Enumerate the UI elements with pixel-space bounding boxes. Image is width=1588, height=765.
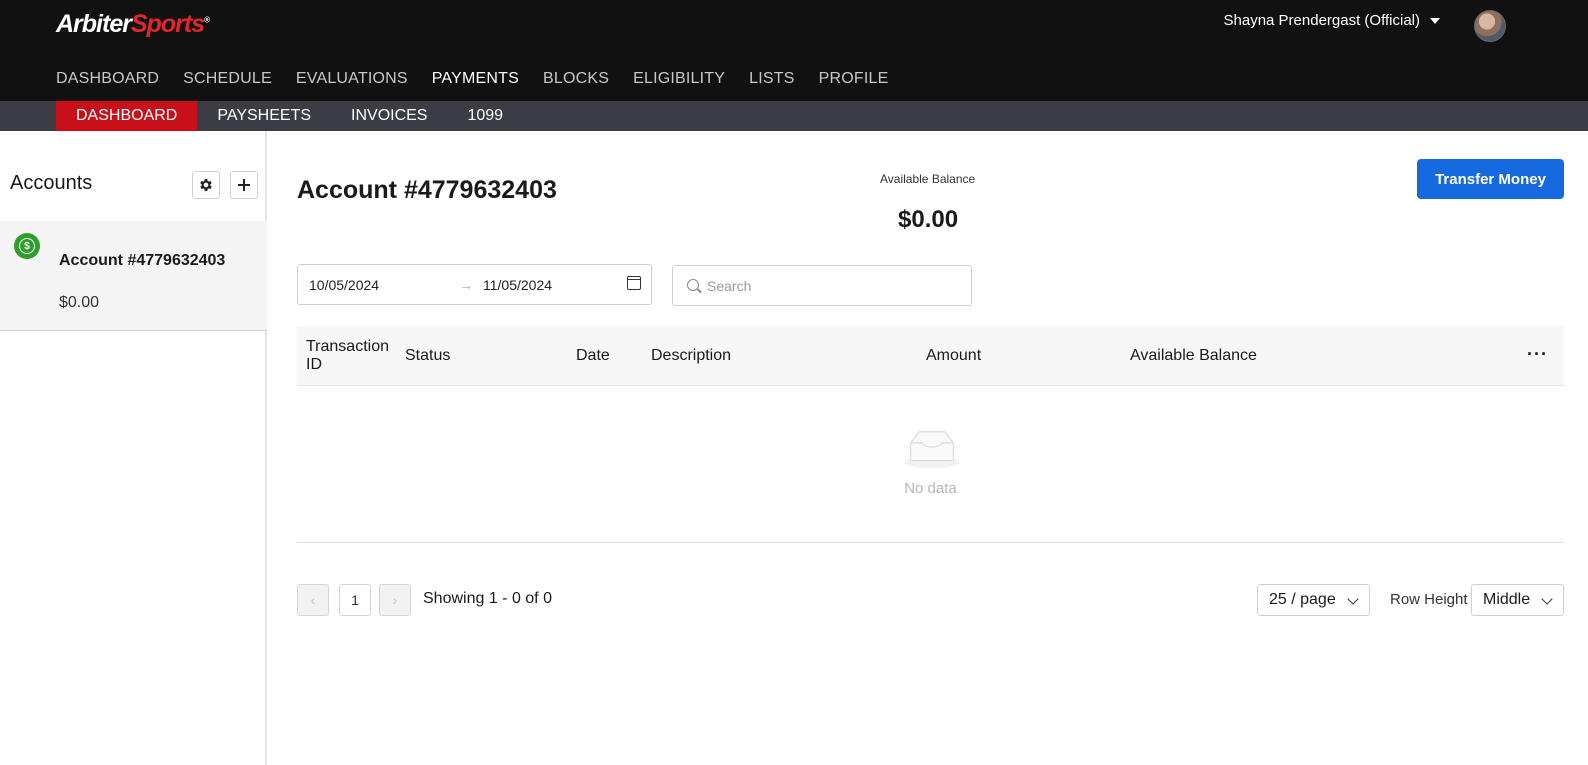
transfer-money-button[interactable]: Transfer Money <box>1417 159 1564 199</box>
search-icon <box>687 279 699 291</box>
account-card-balance: $0.00 <box>59 294 100 311</box>
dollar-circle-icon: $ <box>14 233 40 259</box>
sub-nav-bar: DASHBOARD PAYSHEETS INVOICES 1099 <box>0 101 1588 131</box>
account-settings-button[interactable] <box>192 171 220 199</box>
subnav-dashboard[interactable]: DASHBOARD <box>56 101 198 131</box>
page-size-value: 25 / page <box>1269 591 1336 608</box>
available-balance-label: Available Balance <box>880 172 976 186</box>
arrow-right-icon: → <box>459 276 473 293</box>
add-account-button[interactable] <box>230 171 258 199</box>
main-nav: DASHBOARD SCHEDULE EVALUATIONS PAYMENTS … <box>56 70 888 88</box>
date-range-picker[interactable]: 10/05/2024 → 11/05/2024 <box>297 264 652 305</box>
plus-icon <box>238 179 250 191</box>
date-from-field[interactable]: 10/05/2024 <box>309 277 379 293</box>
account-card-name: Account #4779632403 <box>59 252 226 269</box>
nav-blocks[interactable]: BLOCKS <box>543 70 609 88</box>
nav-payments[interactable]: PAYMENTS <box>432 70 519 88</box>
calendar-icon[interactable] <box>627 276 641 290</box>
empty-state-text: No data <box>904 480 957 497</box>
search-box[interactable] <box>672 265 972 306</box>
column-status[interactable]: Status <box>405 347 450 365</box>
row-height-select[interactable]: Middle <box>1471 584 1564 616</box>
table-header: Transaction ID Status Date Description A… <box>297 326 1564 386</box>
column-description[interactable]: Description <box>651 347 731 365</box>
accounts-sidebar: Accounts $ Account #4779632403 $0.00 <box>0 131 267 765</box>
chevron-down-icon <box>1347 593 1359 605</box>
logo-text-sports: Sports <box>130 10 205 38</box>
search-input[interactable] <box>707 275 957 297</box>
row-height-value: Middle <box>1483 591 1531 608</box>
page-1-button[interactable]: 1 <box>339 584 371 616</box>
column-transaction-id[interactable]: Transaction ID <box>306 338 396 374</box>
subnav-invoices[interactable]: INVOICES <box>331 101 447 131</box>
account-card[interactable]: $ Account #4779632403 $0.00 <box>0 221 267 331</box>
column-date[interactable]: Date <box>576 347 610 365</box>
nav-profile[interactable]: PROFILE <box>819 70 889 88</box>
arbiter-sports-logo[interactable]: ArbiterSports® <box>56 10 210 39</box>
available-balance-value: $0.00 <box>898 206 959 233</box>
date-to-field[interactable]: 11/05/2024 <box>483 277 552 293</box>
transactions-table: Transaction ID Status Date Description A… <box>297 326 1564 543</box>
accounts-title: Accounts <box>10 172 93 194</box>
nav-eligibility[interactable]: ELIGIBILITY <box>633 70 725 88</box>
top-header: ArbiterSports® Shayna Prendergast (Offic… <box>0 0 1588 101</box>
showing-count: Showing 1 - 0 of 0 <box>423 590 552 607</box>
subnav-paysheets[interactable]: PAYSHEETS <box>197 101 331 131</box>
page-size-select[interactable]: 25 / page <box>1257 584 1370 616</box>
column-available-balance[interactable]: Available Balance <box>1130 347 1257 365</box>
user-menu[interactable]: Shayna Prendergast (Official) <box>1223 12 1440 29</box>
sub-nav: DASHBOARD PAYSHEETS INVOICES 1099 <box>56 101 523 131</box>
subnav-1099[interactable]: 1099 <box>447 101 523 131</box>
user-name: Shayna Prendergast (Official) <box>1223 12 1421 29</box>
nav-evaluations[interactable]: EVALUATIONS <box>296 70 408 88</box>
ellipsis-icon[interactable]: ··· <box>1527 344 1548 365</box>
gear-icon <box>200 179 212 191</box>
empty-inbox-icon <box>904 431 960 468</box>
nav-dashboard[interactable]: DASHBOARD <box>56 70 159 88</box>
avatar[interactable] <box>1474 10 1506 42</box>
column-amount[interactable]: Amount <box>926 347 981 365</box>
logo-registered-mark: ® <box>204 15 210 25</box>
nav-lists[interactable]: LISTS <box>749 70 794 88</box>
chevron-down-icon <box>1541 593 1553 605</box>
previous-page-button[interactable]: ‹ <box>297 584 329 616</box>
caret-down-icon <box>1430 17 1440 24</box>
nav-schedule[interactable]: SCHEDULE <box>183 70 272 88</box>
logo-text-arbiter: Arbiter <box>56 10 132 38</box>
next-page-button[interactable]: › <box>379 584 411 616</box>
row-height-label: Row Height <box>1390 591 1468 608</box>
page-title: Account #4779632403 <box>297 176 557 204</box>
